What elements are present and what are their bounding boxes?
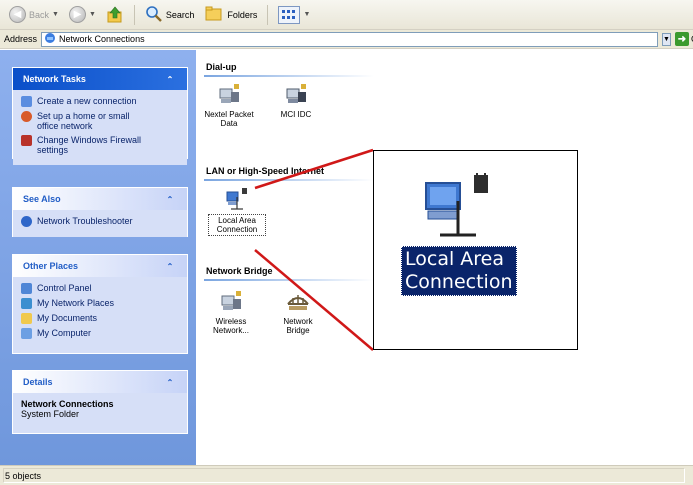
status-bar: 5 objects — [0, 465, 693, 485]
zoom-callout: Local Area Connection — [373, 150, 578, 350]
callout-label: Local Area Connection — [401, 246, 517, 296]
lan-connection-icon-large — [422, 170, 494, 241]
status-text: 5 objects — [5, 470, 42, 481]
callout-lines — [254, 148, 374, 351]
callout-label-line: Local Area — [405, 248, 505, 270]
callout-label-line: Connection — [405, 271, 513, 293]
status-cell: 5 objects — [3, 468, 685, 483]
